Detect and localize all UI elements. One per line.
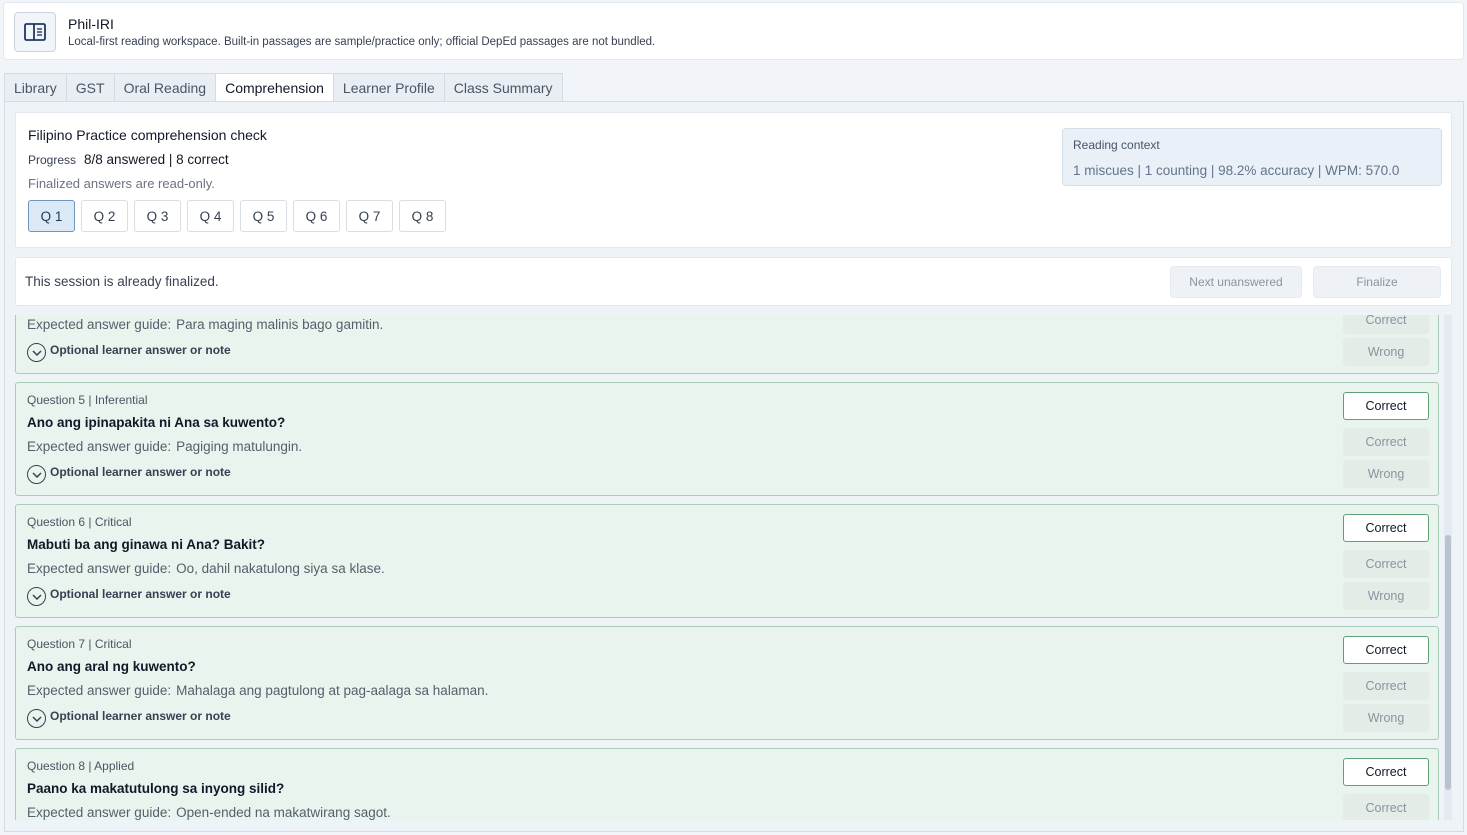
session-bar: This session is already finalized. Next …	[15, 257, 1452, 306]
question-text: Paano ka makatutulong sa inyong silid?	[27, 781, 285, 796]
mark-correct-button[interactable]: Correct	[1343, 514, 1429, 542]
mark-wrong-button[interactable]: Wrong	[1343, 460, 1429, 488]
guide-value: Para maging malinis bago gamitin.	[176, 317, 384, 332]
app-subtitle: Local-first reading workspace. Built-in …	[68, 36, 656, 48]
app-title: Phil-IRI	[68, 16, 114, 32]
guide-value: Open-ended na makatwirang sagot.	[176, 805, 391, 820]
question-card-8: Question 8 | Applied Paano ka makatutulo…	[15, 748, 1439, 820]
learner-note-label: Optional learner answer or note	[50, 464, 231, 479]
finalized-note: Finalized answers are read-only.	[28, 176, 215, 191]
mark-correct-button[interactable]: Correct	[1343, 636, 1429, 664]
expected-answer-guide: Expected answer guide: Oo, dahil nakatulo…	[27, 561, 385, 576]
progress-value: 8/8 answered | 8 correct	[84, 152, 229, 167]
tab-bar: Library GST Oral Reading Comprehension L…	[4, 73, 563, 102]
question-card-5: Question 5 | Inferential Ano ang ipinapa…	[15, 382, 1439, 496]
learner-note-toggle[interactable]: Optional learner answer or note	[27, 465, 231, 484]
question-nav-q4[interactable]: Q 4	[187, 200, 234, 232]
guide-value: Pagiging matulungin.	[176, 439, 303, 454]
guide-value: Mahalaga ang pagtulong at pag-aalaga sa …	[176, 683, 489, 698]
question-nav-q8[interactable]: Q 8	[399, 200, 446, 232]
mark-wrong-button[interactable]: Wrong	[1343, 338, 1429, 366]
check-title: Filipino Practice comprehension check	[28, 127, 267, 143]
expected-answer-guide: Expected answer guide: Mahalaga ang pagtu…	[27, 683, 488, 698]
learner-note-toggle[interactable]: Optional learner answer or note	[27, 709, 231, 728]
expected-answer-guide: Expected answer guide: Para maging malini…	[27, 317, 383, 332]
mark-correct-alt-button[interactable]: Correct	[1343, 672, 1429, 700]
question-nav-q7[interactable]: Q 7	[346, 200, 393, 232]
question-meta: Question 6 | Critical	[27, 515, 132, 529]
chevron-down-circle-icon	[27, 587, 46, 606]
mark-correct-alt-button[interactable]: Correct	[1343, 794, 1429, 820]
learner-note-label: Optional learner answer or note	[50, 708, 231, 723]
mark-correct-alt-button[interactable]: Correct	[1343, 428, 1429, 456]
mark-correct-alt-button[interactable]: Correct	[1343, 315, 1429, 334]
reading-context-title: Reading context	[1073, 138, 1160, 152]
mark-correct-alt-button[interactable]: Correct	[1343, 550, 1429, 578]
question-nav: Q 1 Q 2 Q 3 Q 4 Q 5 Q 6 Q 7 Q 8	[28, 200, 446, 232]
learner-note-toggle[interactable]: Optional learner answer or note	[27, 587, 231, 606]
tab-oral-reading[interactable]: Oral Reading	[113, 73, 216, 102]
guide-value: Oo, dahil nakatulong siya sa klase.	[176, 561, 385, 576]
question-card-4: Expected answer guide: Para maging malini…	[15, 315, 1439, 374]
question-text: Ano ang ipinapakita ni Ana sa kuwento?	[27, 415, 286, 430]
tab-gst[interactable]: GST	[65, 73, 114, 102]
chevron-down-circle-icon	[27, 343, 46, 362]
question-text: Ano ang aral ng kuwento?	[27, 659, 196, 674]
expected-answer-guide: Expected answer guide: Open-ended na maka…	[27, 805, 391, 820]
question-text: Mabuti ba ang ginawa ni Ana? Bakit?	[27, 537, 266, 552]
mark-wrong-button[interactable]: Wrong	[1343, 704, 1429, 732]
comprehension-check-card: Filipino Practice comprehension check Pr…	[15, 112, 1452, 248]
question-meta: Question 5 | Inferential	[27, 393, 148, 407]
question-list: Expected answer guide: Para maging malini…	[15, 315, 1452, 820]
tab-library[interactable]: Library	[4, 73, 66, 102]
guide-label: Expected answer guide:	[27, 683, 172, 698]
learner-note-label: Optional learner answer or note	[50, 586, 231, 601]
progress-row: Progress 8/8 answered | 8 correct	[28, 152, 229, 167]
question-nav-q2[interactable]: Q 2	[81, 200, 128, 232]
question-meta: Question 8 | Applied	[27, 759, 135, 773]
session-status: This session is already finalized.	[25, 274, 219, 289]
tab-class-summary[interactable]: Class Summary	[443, 73, 563, 102]
question-nav-q3[interactable]: Q 3	[134, 200, 181, 232]
learner-note-toggle[interactable]: Optional learner answer or note	[27, 343, 231, 362]
question-nav-q5[interactable]: Q 5	[240, 200, 287, 232]
expected-answer-guide: Expected answer guide: Pagiging matulungi…	[27, 439, 302, 454]
question-nav-q6[interactable]: Q 6	[293, 200, 340, 232]
finalize-button[interactable]: Finalize	[1313, 266, 1441, 298]
question-card-6: Question 6 | Critical Mabuti ba ang gina…	[15, 504, 1439, 618]
guide-label: Expected answer guide:	[27, 439, 172, 454]
app-header: Phil-IRI Local-first reading workspace. …	[3, 2, 1464, 60]
question-card-7: Question 7 | Critical Ano ang aral ng ku…	[15, 626, 1439, 740]
guide-label: Expected answer guide:	[27, 561, 172, 576]
question-meta: Question 7 | Critical	[27, 637, 132, 651]
sidebar-panel-icon[interactable]	[14, 12, 56, 52]
mark-correct-button[interactable]: Correct	[1343, 392, 1429, 420]
mark-wrong-button[interactable]: Wrong	[1343, 582, 1429, 610]
chevron-down-circle-icon	[27, 465, 46, 484]
reading-context-value: 1 miscues | 1 counting | 98.2% accuracy …	[1073, 163, 1400, 178]
guide-label: Expected answer guide:	[27, 805, 172, 820]
tab-learner-profile[interactable]: Learner Profile	[332, 73, 444, 102]
next-unanswered-button[interactable]: Next unanswered	[1170, 266, 1302, 298]
progress-label: Progress	[28, 153, 77, 167]
learner-note-label: Optional learner answer or note	[50, 342, 231, 357]
guide-label: Expected answer guide:	[27, 317, 172, 332]
reading-context-box: Reading context 1 miscues | 1 counting |…	[1062, 128, 1442, 186]
question-nav-q1[interactable]: Q 1	[28, 200, 75, 232]
tab-comprehension[interactable]: Comprehension	[215, 73, 333, 102]
scrollbar-thumb[interactable]	[1445, 535, 1451, 790]
mark-correct-button[interactable]: Correct	[1343, 758, 1429, 786]
chevron-down-circle-icon	[27, 709, 46, 728]
comprehension-panel: Filipino Practice comprehension check Pr…	[4, 101, 1464, 832]
